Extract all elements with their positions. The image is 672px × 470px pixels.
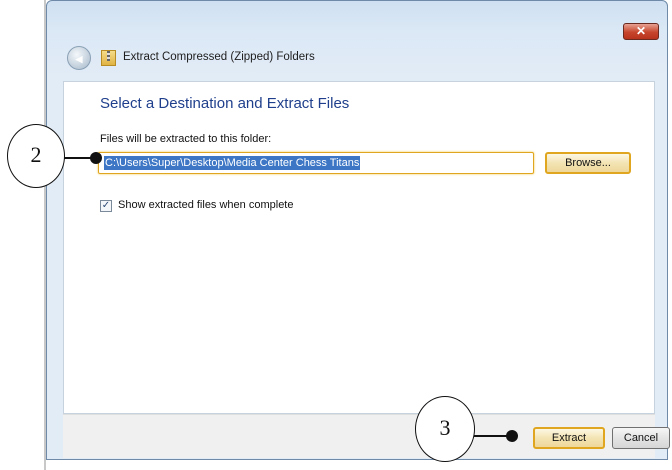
back-button[interactable]: ◀ bbox=[67, 46, 91, 70]
destination-label: Files will be extracted to this folder: bbox=[100, 133, 272, 145]
cancel-button[interactable]: Cancel bbox=[612, 427, 670, 449]
checkmark-icon: ✓ bbox=[101, 200, 111, 211]
show-files-label: Show extracted files when complete bbox=[118, 199, 294, 211]
callout-2: 2 bbox=[7, 124, 65, 188]
dialog-header: ◀ Extract Compressed (Zipped) Folders bbox=[51, 45, 663, 73]
back-arrow-icon: ◀ bbox=[75, 54, 83, 64]
close-icon: ✕ bbox=[635, 24, 647, 38]
extract-button[interactable]: Extract bbox=[533, 427, 605, 449]
callout-2-dot bbox=[90, 152, 102, 164]
content-panel: Select a Destination and Extract Files F… bbox=[63, 81, 655, 414]
page-title: Select a Destination and Extract Files bbox=[100, 95, 350, 112]
dialog-title: Extract Compressed (Zipped) Folders bbox=[123, 51, 315, 63]
callout-3: 3 bbox=[415, 396, 475, 462]
close-button[interactable]: ✕ bbox=[623, 23, 659, 40]
callout-3-dot bbox=[506, 430, 518, 442]
destination-path-value: C:\Users\Super\Desktop\Media Center Ches… bbox=[104, 156, 361, 170]
dialog-footer: Extract Cancel bbox=[63, 414, 670, 458]
show-files-checkbox[interactable]: ✓ bbox=[100, 200, 112, 212]
zip-folder-icon bbox=[101, 50, 116, 66]
destination-path-input[interactable]: C:\Users\Super\Desktop\Media Center Ches… bbox=[98, 152, 534, 174]
browse-button[interactable]: Browse... bbox=[545, 152, 631, 174]
title-bar: ✕ bbox=[47, 1, 667, 40]
extract-dialog: ✕ ◀ Extract Compressed (Zipped) Folders … bbox=[46, 0, 670, 460]
